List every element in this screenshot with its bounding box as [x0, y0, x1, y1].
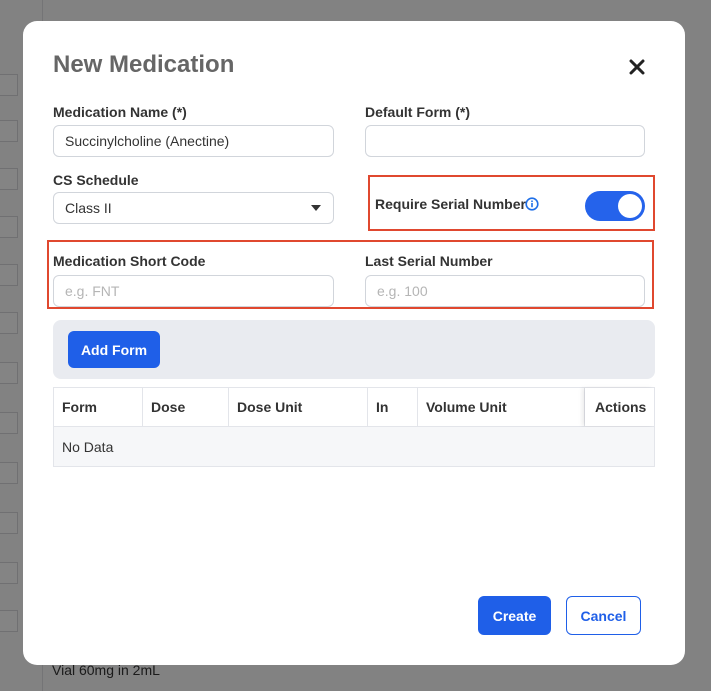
last-serial-label: Last Serial Number: [365, 253, 493, 269]
cs-schedule-value: Class II: [65, 200, 112, 216]
dropdown-arrow-icon: [311, 205, 321, 211]
new-medication-dialog: New Medication Medication Name (*) Defau…: [23, 21, 685, 665]
add-form-button[interactable]: Add Form: [68, 331, 160, 368]
column-header-form[interactable]: Form: [54, 388, 143, 426]
column-header-dose-unit[interactable]: Dose Unit: [229, 388, 368, 426]
last-serial-input[interactable]: [365, 275, 645, 307]
short-code-label: Medication Short Code: [53, 253, 206, 269]
dialog-title: New Medication: [53, 51, 235, 78]
close-button[interactable]: [626, 56, 648, 78]
info-icon[interactable]: [525, 197, 539, 211]
short-code-input[interactable]: [53, 275, 334, 307]
require-serial-label: Require Serial Number: [375, 196, 526, 212]
column-header-dose[interactable]: Dose: [143, 388, 229, 426]
forms-table: Form Dose Dose Unit In Volume Unit Actio…: [53, 387, 655, 467]
create-button[interactable]: Create: [478, 596, 551, 635]
empty-state-text: No Data: [62, 439, 114, 455]
default-form-input[interactable]: [365, 125, 645, 157]
column-header-in[interactable]: In: [368, 388, 418, 426]
cs-schedule-label: CS Schedule: [53, 172, 139, 188]
table-body: No Data: [54, 427, 654, 466]
require-serial-toggle[interactable]: [585, 191, 645, 221]
medication-name-label: Medication Name (*): [53, 104, 187, 120]
add-form-panel: Add Form: [53, 320, 655, 379]
column-header-volume-unit[interactable]: Volume Unit: [418, 388, 585, 426]
default-form-label: Default Form (*): [365, 104, 470, 120]
medication-name-input[interactable]: [53, 125, 334, 157]
cancel-button[interactable]: Cancel: [566, 596, 641, 635]
close-icon: [629, 59, 645, 75]
table-header: Form Dose Dose Unit In Volume Unit Actio…: [54, 388, 654, 427]
column-header-actions[interactable]: Actions: [585, 388, 654, 426]
cs-schedule-select[interactable]: Class II: [53, 192, 334, 224]
toggle-knob: [618, 194, 642, 218]
